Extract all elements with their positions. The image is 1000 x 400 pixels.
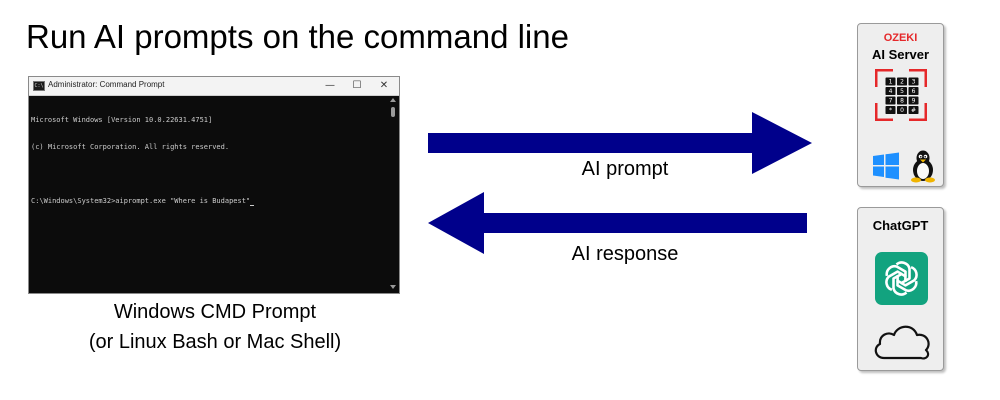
- ozeki-brand-label: OZEKI: [883, 32, 918, 44]
- diagram-title: Run AI prompts on the command line: [26, 18, 569, 55]
- cmd-app-icon: C:\: [33, 81, 45, 91]
- scroll-down-arrow-icon[interactable]: [390, 285, 396, 289]
- keypad-key-label: 8: [900, 98, 904, 105]
- ai-server-label: AI Server: [871, 47, 930, 62]
- minimize-button[interactable]: —: [317, 77, 343, 95]
- cmd-titlebar: C:\ Administrator: Command Prompt — ☐ ✕: [29, 77, 399, 96]
- keypad-key-label: 9: [912, 98, 916, 105]
- scroll-up-arrow-icon[interactable]: [390, 98, 396, 102]
- cmd-caption-line2: (or Linux Bash or Mac Shell): [88, 331, 342, 353]
- cmd-caption-line1: Windows CMD Prompt: [113, 301, 317, 323]
- maximize-button[interactable]: ☐: [344, 77, 370, 95]
- keypad-key-label: *: [889, 107, 892, 114]
- text-cursor: [250, 205, 255, 206]
- keypad-key-label: 6: [912, 88, 916, 95]
- chatgpt-label: ChatGPT: [872, 218, 929, 233]
- cmd-line: C:\Windows\System32>aiprompt.exe "Where …: [31, 197, 385, 206]
- ozeki-ai-server-panel: OZEKI AI Server 1 2 3 4 5 6 7 8 9 * 0 #: [857, 23, 944, 187]
- openai-logo-icon: [875, 252, 928, 305]
- cloud-icon: [874, 325, 930, 360]
- cmd-line: (c) Microsoft Corporation. All rights re…: [31, 143, 230, 151]
- ozeki-keypad-icon: 1 2 3 4 5 6 7 8 9 * 0 #: [875, 69, 927, 121]
- cmd-line: Microsoft Windows [Version 10.0.22631.47…: [31, 116, 213, 124]
- keypad-key-label: 5: [900, 88, 904, 95]
- cmd-window: C:\ Administrator: Command Prompt — ☐ ✕ …: [28, 76, 400, 294]
- cmd-line: [31, 170, 385, 179]
- scroll-thumb[interactable]: [391, 107, 395, 117]
- keypad-key-label: 7: [889, 98, 893, 105]
- keypad-key-label: 3: [912, 79, 916, 86]
- keypad-key-label: 2: [900, 79, 904, 86]
- keypad-key-label: 0: [900, 107, 904, 114]
- keypad-key-label: 1: [889, 79, 893, 86]
- close-button[interactable]: ✕: [371, 77, 397, 95]
- linux-tux-icon: [911, 150, 935, 183]
- prompt-label: AI prompt: [581, 158, 669, 180]
- cmd-command: C:\Windows\System32>aiprompt.exe "Where …: [31, 197, 251, 205]
- cmd-scrollbar[interactable]: [388, 96, 398, 292]
- keypad-key-label: #: [911, 107, 916, 114]
- response-label: AI response: [571, 243, 679, 265]
- keypad-key-label: 4: [889, 88, 893, 95]
- windows-icon: [873, 152, 899, 180]
- chatgpt-panel: ChatGPT: [857, 207, 944, 371]
- cmd-output[interactable]: Microsoft Windows [Version 10.0.22631.47…: [31, 98, 385, 224]
- cmd-window-title: Administrator: Command Prompt: [48, 80, 165, 89]
